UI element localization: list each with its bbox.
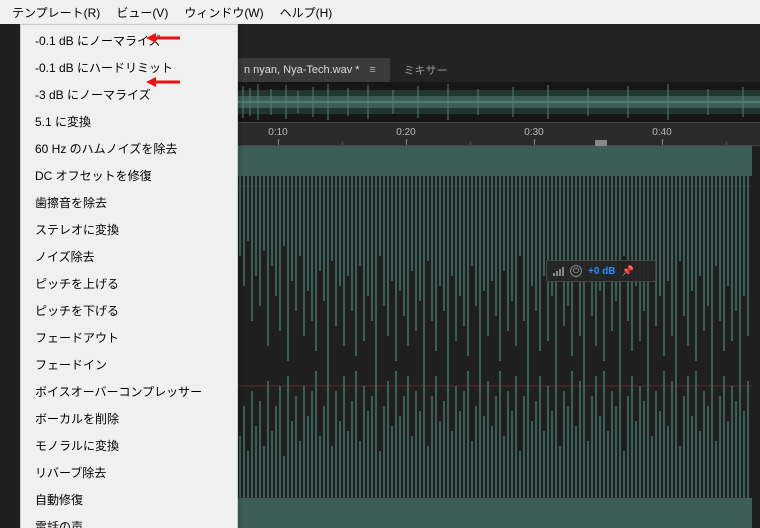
menu-item-telephone-voice[interactable]: 電話の声 (21, 513, 237, 528)
menu-item-remove-vocal[interactable]: ボーカルを削除 (21, 405, 237, 432)
app-header-strip (238, 24, 760, 58)
menu-item-normalize-3[interactable]: -3 dB にノーマライズ (21, 81, 237, 108)
menu-item-pitch-up[interactable]: ピッチを上げる (21, 270, 237, 297)
waveform-main[interactable] (238, 146, 752, 528)
tab-mixer[interactable]: ミキサー (404, 62, 448, 78)
ruler-tick-label: 0:10 (268, 127, 287, 138)
ruler-tick-label: 0:40 (652, 127, 671, 138)
ruler-tick-label: 0:30 (524, 127, 543, 138)
menu-item-remove-60hz-hum[interactable]: 60 Hz のハムノイズを除去 (21, 135, 237, 162)
menu-view[interactable]: ビュー(V) (108, 2, 176, 23)
menu-help[interactable]: ヘルプ(H) (272, 2, 341, 23)
menu-item-pitch-down[interactable]: ピッチを下げる (21, 297, 237, 324)
pin-icon[interactable]: 📌 (622, 266, 634, 277)
menu-item-deesser[interactable]: 歯擦音を除去 (21, 189, 237, 216)
menu-templates[interactable]: テンプレート(R) (4, 2, 108, 23)
hud-readout[interactable]: ⏻ +0 dB 📌 (546, 260, 656, 282)
annotation-arrow-icon (146, 74, 182, 90)
menu-item-fade-in[interactable]: フェードイン (21, 351, 237, 378)
menu-item-hardlimit-0-1[interactable]: -0.1 dB にハードリミット (21, 54, 237, 81)
hud-db-value: +0 dB (588, 266, 616, 277)
menu-item-convert-mono[interactable]: モノラルに変換 (21, 432, 237, 459)
menu-item-noise-reduction[interactable]: ノイズ除去 (21, 243, 237, 270)
waveform-overview[interactable] (238, 82, 760, 122)
tab-label: n nyan, Nya-Tech.wav * (244, 64, 360, 76)
menu-item-dereverb[interactable]: リバーブ除去 (21, 459, 237, 486)
ruler-tick-label: 0:20 (396, 127, 415, 138)
menu-item-auto-heal[interactable]: 自動修復 (21, 486, 237, 513)
hamburger-icon[interactable]: ≡ (366, 64, 380, 76)
tab-bar: n nyan, Nya-Tech.wav * ≡ ミキサー (238, 58, 760, 82)
menu-item-convert-stereo[interactable]: ステレオに変換 (21, 216, 237, 243)
menu-item-repair-dc-offset[interactable]: DC オフセットを修復 (21, 162, 237, 189)
timeline-ruler[interactable]: 0:10 0:20 0:30 0:40 (238, 122, 760, 146)
annotation-arrow-icon (146, 30, 182, 46)
menu-item-fade-out[interactable]: フェードアウト (21, 324, 237, 351)
menubar: テンプレート(R) ビュー(V) ウィンドウ(W) ヘルプ(H) (0, 0, 760, 24)
templates-dropdown: -0.1 dB にノーマライズ -0.1 dB にハードリミット -3 dB に… (20, 24, 238, 528)
menu-item-convert-5-1[interactable]: 5.1 に変換 (21, 108, 237, 135)
menu-window[interactable]: ウィンドウ(W) (176, 2, 271, 23)
power-icon[interactable]: ⏻ (570, 265, 582, 277)
menu-item-voiceover-compressor[interactable]: ボイスオーバーコンプレッサー (21, 378, 237, 405)
loop-marker[interactable] (595, 140, 607, 146)
level-meter-icon (553, 266, 564, 276)
tab-active-file[interactable]: n nyan, Nya-Tech.wav * ≡ (238, 58, 390, 82)
menu-item-normalize-0-1[interactable]: -0.1 dB にノーマライズ (21, 27, 237, 54)
